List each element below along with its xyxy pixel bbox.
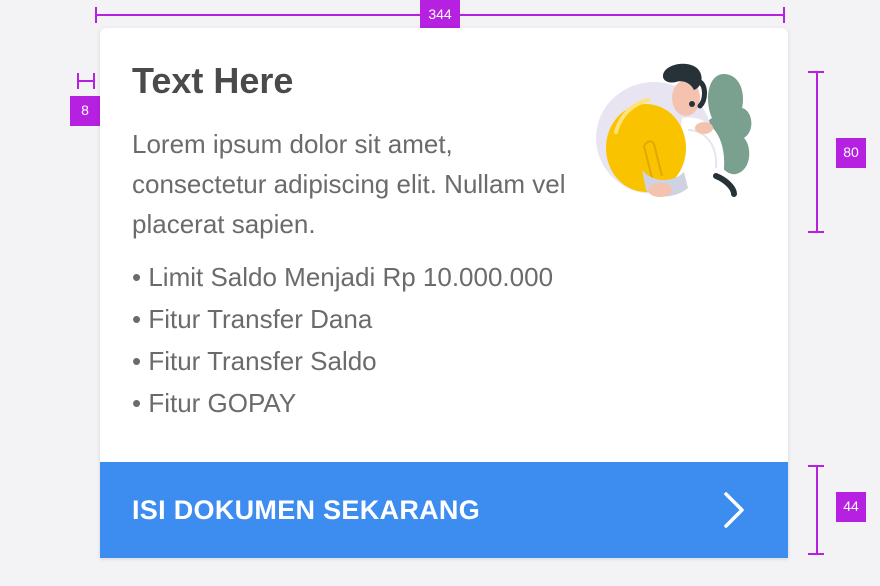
- feature-list-item: • Fitur Transfer Dana: [132, 304, 373, 334]
- person-holding-lightbulb-illustration: [596, 60, 756, 210]
- spec-illustration-badge: 80: [836, 138, 866, 168]
- spec-cta-badge: 44: [836, 492, 866, 522]
- card-title: Text Here: [132, 60, 294, 101]
- chevron-right-icon: [720, 490, 748, 530]
- feature-list: • Limit Saldo Menjadi Rp 10.000.000 • Fi…: [132, 256, 553, 424]
- fill-document-button-label: ISI DOKUMEN SEKARANG: [132, 494, 481, 525]
- feature-list-item: • Limit Saldo Menjadi Rp 10.000.000: [132, 262, 554, 292]
- info-card: Text Here Lorem ipsum dolor sit amet, co…: [100, 28, 788, 558]
- fill-document-button[interactable]: ISI DOKUMEN SEKARANG: [100, 462, 788, 558]
- spec-width-badge: 344: [420, 0, 460, 30]
- feature-list-item: • Fitur Transfer Saldo: [132, 346, 377, 376]
- card-description: Lorem ipsum dolor sit amet, consectetur …: [132, 129, 566, 239]
- feature-list-item: • Fitur GOPAY: [132, 388, 297, 418]
- spec-margin-badge: 8: [70, 96, 100, 126]
